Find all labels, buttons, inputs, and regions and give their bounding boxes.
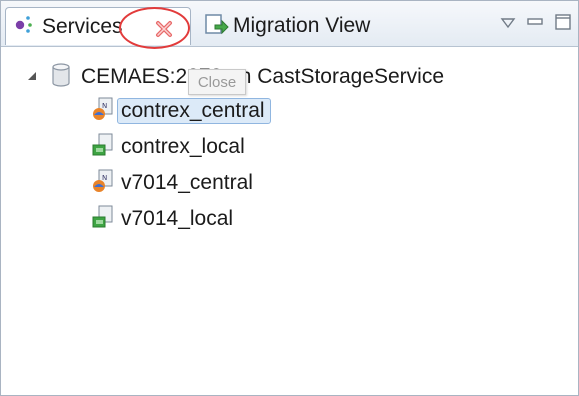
migration-view-icon bbox=[203, 11, 229, 42]
tree-item-contrex-local[interactable]: contrex_local bbox=[91, 131, 245, 163]
database-icon bbox=[51, 62, 71, 92]
central-schema-icon: N bbox=[91, 168, 115, 199]
local-schema-icon bbox=[91, 204, 115, 235]
tab-migration-view[interactable]: Migration View bbox=[195, 7, 405, 45]
minimize-icon[interactable] bbox=[526, 16, 544, 34]
tab-services-label: Services bbox=[42, 14, 123, 38]
tree-item-v7014-local[interactable]: v7014_local bbox=[91, 203, 233, 235]
maximize-icon[interactable] bbox=[554, 13, 572, 36]
close-tab-icon[interactable] bbox=[153, 18, 175, 40]
tree-item-label: v7014_central bbox=[121, 171, 253, 194]
svg-text:N: N bbox=[102, 102, 107, 110]
local-schema-icon bbox=[91, 132, 115, 163]
view-menu-icon[interactable] bbox=[500, 16, 516, 34]
services-view-panel: Services Migration View CEMAES:2278 on C… bbox=[0, 0, 579, 396]
services-icon bbox=[14, 14, 40, 39]
tree-item-contrex-central[interactable]: N contrex_central bbox=[91, 95, 271, 127]
close-tooltip: Close bbox=[188, 69, 246, 95]
expanded-arrow-icon[interactable] bbox=[27, 68, 37, 86]
tree-item-label: contrex_local bbox=[121, 135, 245, 158]
tab-migration-view-label: Migration View bbox=[233, 14, 371, 37]
tree-item-label: contrex_central bbox=[117, 98, 271, 124]
tree-item-label: v7014_local bbox=[121, 207, 234, 230]
svg-text:N: N bbox=[102, 174, 107, 182]
tree-item-v7014-central[interactable]: N v7014_central bbox=[91, 167, 253, 199]
central-schema-icon: N bbox=[91, 96, 115, 127]
view-controls bbox=[500, 13, 572, 36]
tree-root-label: CEMAES:2278 on CastStorageService bbox=[81, 65, 445, 88]
tab-bar: Services Migration View bbox=[1, 1, 578, 49]
